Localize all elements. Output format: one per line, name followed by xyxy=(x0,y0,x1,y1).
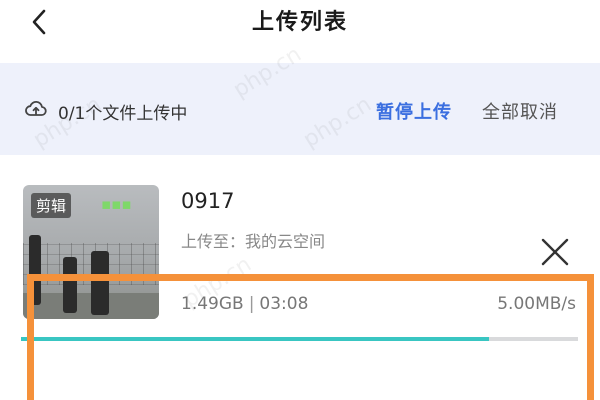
upload-progress-fill xyxy=(21,337,489,341)
cloud-upload-icon xyxy=(25,100,47,116)
header: 上传列表 xyxy=(0,0,600,60)
upload-summary-text: 0/1个文件上传中 xyxy=(58,104,188,124)
cancel-all-button[interactable]: 全部取消 xyxy=(482,98,558,124)
close-icon xyxy=(541,238,569,266)
upload-list-page: 上传列表 0/1个文件上传中 暂停上传 全部取消 剪辑 ▪▪▪ 0917 上传至… xyxy=(0,0,600,400)
edit-tag: 剪辑 xyxy=(31,193,72,218)
pause-upload-button[interactable]: 暂停上传 xyxy=(376,98,452,124)
thumbnail-person xyxy=(91,251,109,315)
thumbnail-person xyxy=(29,235,41,305)
upload-destination: 上传至：我的云空间 xyxy=(181,232,326,251)
video-duration: 03:08 xyxy=(259,294,309,314)
file-name: 0917 xyxy=(181,189,235,213)
thumbnail-overlay-text: ▪▪▪ xyxy=(101,195,132,213)
upload-progress-bar xyxy=(21,337,578,341)
page-title: 上传列表 xyxy=(251,10,348,35)
file-size: 1.49GB xyxy=(181,294,244,314)
separator: | xyxy=(248,294,255,314)
upload-status-bar: 0/1个文件上传中 暂停上传 全部取消 xyxy=(0,63,600,155)
upload-speed: 5.00MB/s xyxy=(497,294,576,314)
cancel-item-button[interactable] xyxy=(537,234,573,270)
thumbnail-person xyxy=(63,257,77,313)
file-size-info: 1.49GB | 03:08 xyxy=(181,294,308,314)
video-thumbnail: 剪辑 ▪▪▪ xyxy=(23,185,159,319)
